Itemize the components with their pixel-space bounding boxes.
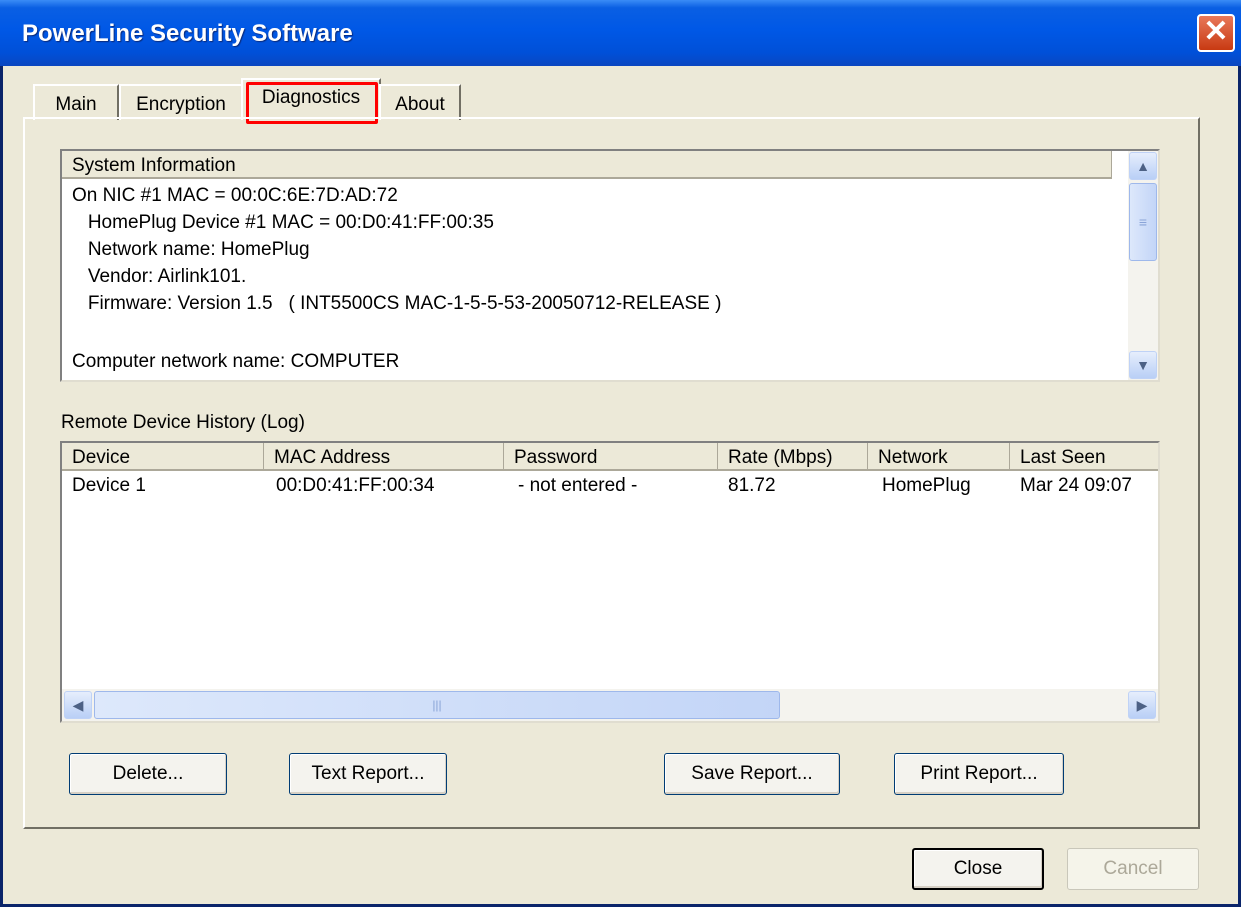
tab-encryption[interactable]: Encryption	[119, 84, 243, 120]
scroll-thumb[interactable]: ≡	[1129, 183, 1157, 261]
app-window: PowerLine Security Software ✕ Main Encry…	[0, 0, 1241, 907]
system-info-header[interactable]: System Information	[62, 151, 1112, 179]
cancel-button[interactable]: Cancel	[1067, 848, 1199, 890]
cell-mac: 00:D0:41:FF:00:34	[276, 475, 435, 496]
tab-main-label: Main	[55, 94, 97, 115]
grip-icon: |||	[432, 698, 442, 712]
diagnostics-panel: System Information On NIC #1 MAC = 00:0C…	[23, 117, 1200, 829]
column-header-rate[interactable]: Rate (Mbps)	[718, 443, 868, 471]
close-icon: ✕	[1203, 15, 1229, 48]
history-hscrollbar[interactable]: ◀ ||| ▶	[62, 689, 1158, 721]
window-close-button[interactable]: ✕	[1197, 14, 1235, 52]
column-header-mac[interactable]: MAC Address	[264, 443, 504, 471]
cell-network: HomePlug	[882, 475, 971, 496]
cell-device: Device 1	[72, 475, 146, 496]
system-info-line: Vendor: Airlink101.	[72, 266, 247, 287]
print-report-button[interactable]: Print Report...	[894, 753, 1064, 795]
history-label: Remote Device History (Log)	[61, 412, 305, 433]
save-report-button[interactable]: Save Report...	[664, 753, 840, 795]
cell-rate: 81.72	[728, 475, 776, 496]
grip-icon: ≡	[1138, 214, 1148, 230]
system-info-scrollbar[interactable]: ▲ ≡ ▼	[1128, 151, 1158, 380]
cell-password: - not entered -	[518, 475, 638, 496]
column-header-password[interactable]: Password	[504, 443, 718, 471]
tab-encryption-label: Encryption	[136, 94, 226, 115]
text-report-button[interactable]: Text Report...	[289, 753, 447, 795]
system-info-line: Network name: HomePlug	[72, 239, 310, 260]
column-header-last-seen[interactable]: Last Seen	[1010, 443, 1158, 471]
system-info-line: Firmware: Version 1.5 ( INT5500CS MAC-1-…	[72, 293, 722, 314]
tab-diagnostics[interactable]: Diagnostics	[241, 78, 381, 124]
tab-about-label: About	[395, 94, 445, 115]
history-list: Device MAC Address Password Rate (Mbps) …	[60, 441, 1160, 723]
table-row[interactable]: Device 1 00:D0:41:FF:00:34 - not entered…	[62, 471, 1158, 501]
scroll-right-icon[interactable]: ▶	[1128, 691, 1156, 719]
scroll-down-icon[interactable]: ▼	[1129, 351, 1157, 379]
system-info-box: System Information On NIC #1 MAC = 00:0C…	[60, 149, 1160, 382]
column-header-network[interactable]: Network	[868, 443, 1010, 471]
scroll-up-icon[interactable]: ▲	[1129, 152, 1157, 180]
close-button[interactable]: Close	[912, 848, 1044, 890]
window-title: PowerLine Security Software	[22, 20, 353, 47]
scroll-left-icon[interactable]: ◀	[64, 691, 92, 719]
system-info-line: On NIC #1 MAC = 00:0C:6E:7D:AD:72	[72, 185, 398, 206]
cell-last-seen: Mar 24 09:07	[1020, 475, 1132, 496]
title-bar[interactable]: PowerLine Security Software ✕	[0, 0, 1241, 66]
hscroll-thumb[interactable]: |||	[94, 691, 780, 719]
system-info-line: Computer network name: COMPUTER	[72, 351, 400, 372]
system-info-line: HomePlug Device #1 MAC = 00:D0:41:FF:00:…	[72, 212, 494, 233]
column-header-device[interactable]: Device	[62, 443, 264, 471]
tab-about[interactable]: About	[379, 84, 461, 120]
delete-button[interactable]: Delete...	[69, 753, 227, 795]
tab-main[interactable]: Main	[33, 84, 119, 120]
